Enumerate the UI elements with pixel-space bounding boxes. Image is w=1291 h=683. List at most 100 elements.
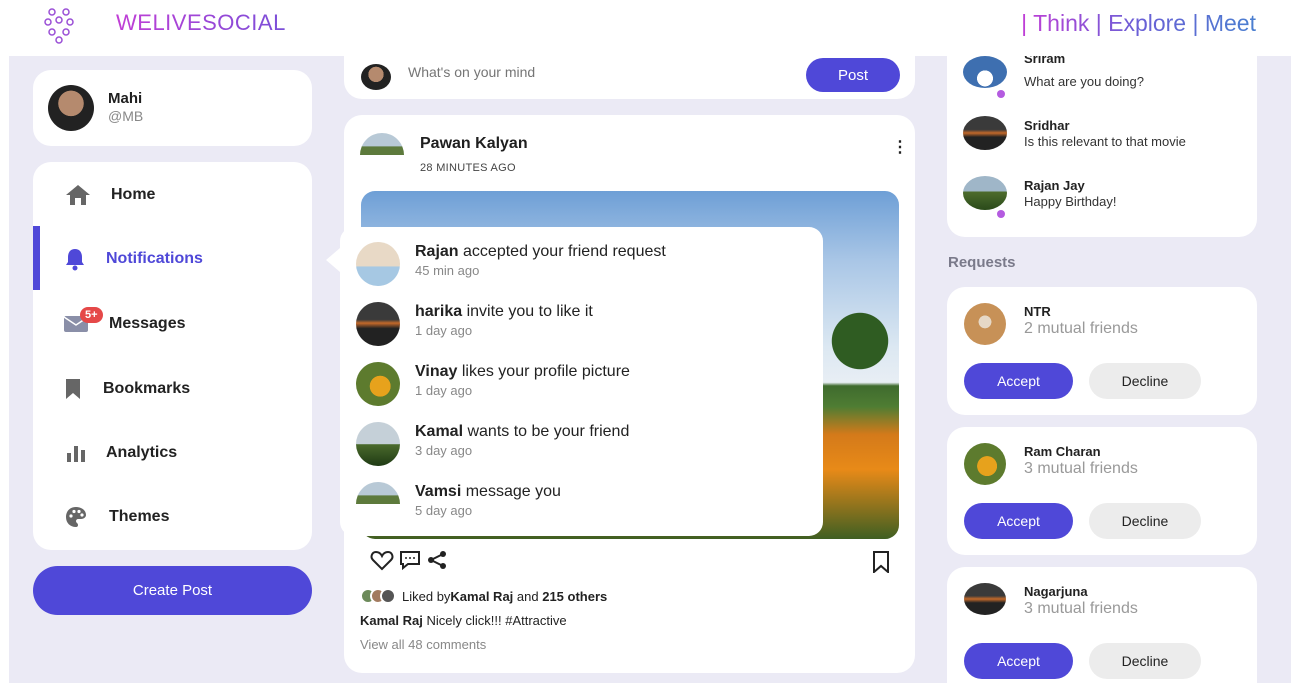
request-mutual: 3 mutual friends — [1024, 460, 1138, 477]
request-name[interactable]: Nagarjuna — [1024, 584, 1088, 599]
notification-user: Vamsi — [415, 483, 462, 500]
liked-mid: and — [513, 588, 543, 604]
liked-count[interactable]: 215 others — [542, 589, 607, 604]
sidebar-item-analytics[interactable]: Analytics — [33, 428, 312, 478]
avatar — [963, 56, 1007, 88]
share-icon[interactable] — [426, 549, 448, 577]
notifications-popup: Rajan accepted your friend request 45 mi… — [340, 227, 823, 536]
post-button[interactable]: Post — [806, 58, 900, 92]
notification-item[interactable]: Kamal wants to be your friend 3 day ago — [340, 407, 823, 467]
app-header: WELIVESOCIAL | Think | Explore | Meet — [0, 0, 1291, 56]
notification-item[interactable]: Vinay likes your profile picture 1 day a… — [340, 347, 823, 407]
notification-message: wants to be your friend — [463, 423, 630, 440]
decline-button[interactable]: Decline — [1089, 643, 1201, 679]
avatar[interactable] — [360, 133, 404, 155]
sidebar-item-label: Notifications — [106, 250, 203, 267]
notification-time: 45 min ago — [415, 263, 480, 278]
decline-button[interactable]: Decline — [1089, 363, 1201, 399]
sidebar-item-label: Analytics — [106, 444, 178, 461]
compose-input[interactable] — [408, 64, 788, 80]
friend-request-card: Ram Charan 3 mutual friends Accept Decli… — [947, 427, 1257, 555]
sidebar-item-themes[interactable]: Themes — [33, 492, 312, 542]
notification-text: Rajan accepted your friend request — [415, 243, 666, 261]
heart-icon[interactable] — [370, 549, 394, 577]
online-indicator — [997, 90, 1005, 98]
palette-icon — [61, 502, 91, 532]
notification-message: message you — [461, 483, 561, 500]
notification-user: Vinay — [415, 363, 458, 380]
accept-button[interactable]: Accept — [964, 643, 1073, 679]
accept-button[interactable]: Accept — [964, 363, 1073, 399]
notification-text: Vamsi message you — [415, 483, 561, 501]
avatar[interactable] — [964, 303, 1006, 345]
more-options-icon[interactable]: ⋮ — [892, 137, 908, 157]
decline-button[interactable]: Decline — [1089, 503, 1201, 539]
sidebar-item-label: Themes — [109, 508, 170, 525]
request-name[interactable]: NTR — [1024, 304, 1051, 319]
sidebar-item-notifications[interactable]: Notifications — [33, 234, 312, 284]
comment-icon[interactable] — [398, 549, 422, 577]
avatar[interactable] — [964, 443, 1006, 485]
active-indicator — [33, 226, 40, 290]
notification-item[interactable]: Vamsi message you 5 day ago — [340, 467, 823, 527]
message-item[interactable]: Sriram What are you doing? — [947, 56, 1257, 106]
sidebar-nav: Home Notifications Messages Bookmarks An… — [33, 162, 312, 550]
post-author[interactable]: Pawan Kalyan — [420, 135, 528, 153]
notification-text: Kamal wants to be your friend — [415, 423, 629, 441]
message-preview: Happy Birthday! — [1024, 194, 1117, 209]
avatar — [963, 176, 1007, 210]
message-sender: Rajan Jay — [1024, 178, 1085, 193]
avatar — [963, 116, 1007, 150]
request-mutual: 3 mutual friends — [1024, 600, 1138, 617]
create-post-button[interactable]: Create Post — [33, 566, 312, 615]
sidebar-item-home[interactable]: Home — [33, 170, 312, 220]
notification-user: harika — [415, 303, 463, 320]
avatar — [361, 64, 391, 90]
caption-user[interactable]: Kamal Raj — [360, 613, 423, 628]
notification-time: 3 day ago — [415, 443, 473, 458]
notification-message: invite you to like it — [462, 303, 593, 320]
avatar — [356, 362, 400, 406]
sidebar-item-messages[interactable]: Messages — [33, 299, 312, 349]
liked-user[interactable]: Kamal Raj — [450, 589, 513, 604]
message-preview: What are you doing? — [1024, 74, 1144, 89]
home-icon — [63, 180, 93, 210]
requests-title: Requests — [948, 254, 1016, 271]
avatar — [356, 302, 400, 346]
avatar — [356, 422, 400, 466]
notification-time: 1 day ago — [415, 383, 473, 398]
sidebar-item-label: Bookmarks — [103, 380, 191, 397]
notification-time: 1 day ago — [415, 323, 473, 338]
caption-text: Nicely click!!! #Attractive — [422, 613, 567, 628]
request-name[interactable]: Ram Charan — [1024, 444, 1101, 459]
message-item[interactable]: Sridhar Is this relevant to that movie — [947, 116, 1257, 166]
post-caption: Kamal Raj Nicely click!!! #Attractive — [360, 613, 567, 628]
notification-text: Vinay likes your profile picture — [415, 363, 630, 381]
notification-message: likes your profile picture — [457, 363, 630, 380]
avatar[interactable] — [964, 583, 1006, 615]
avatar — [356, 482, 400, 504]
bookmark-icon[interactable] — [872, 551, 890, 578]
notification-message: accepted your friend request — [458, 243, 666, 260]
sidebar-item-bookmarks[interactable]: Bookmarks — [33, 364, 312, 414]
avatar — [380, 588, 396, 604]
notification-user: Rajan — [415, 243, 459, 260]
bar-chart-icon — [61, 438, 91, 468]
notification-text: harika invite you to like it — [415, 303, 593, 321]
accept-button[interactable]: Accept — [964, 503, 1073, 539]
post-time: 28 MINUTES AGO — [420, 162, 516, 174]
view-comments-link[interactable]: View all 48 comments — [360, 637, 486, 652]
liked-prefix: Liked by — [402, 588, 451, 604]
sidebar-item-label: Messages — [109, 315, 186, 332]
friend-request-card: NTR 2 mutual friends Accept Decline — [947, 287, 1257, 415]
logo[interactable]: WELIVESOCIAL — [44, 6, 285, 44]
friend-request-card: Nagarjuna 3 mutual friends Accept Declin… — [947, 567, 1257, 683]
notification-item[interactable]: Rajan accepted your friend request 45 mi… — [340, 227, 823, 287]
logo-text: WELIVESOCIAL — [116, 10, 286, 35]
message-item[interactable]: Rajan Jay Happy Birthday! — [947, 176, 1257, 226]
notification-item[interactable]: harika invite you to like it 1 day ago — [340, 287, 823, 347]
profile-handle: @MB — [108, 108, 144, 124]
bell-icon — [60, 244, 90, 274]
post-actions — [370, 549, 448, 577]
profile-card[interactable]: Mahi @MB — [33, 70, 312, 146]
